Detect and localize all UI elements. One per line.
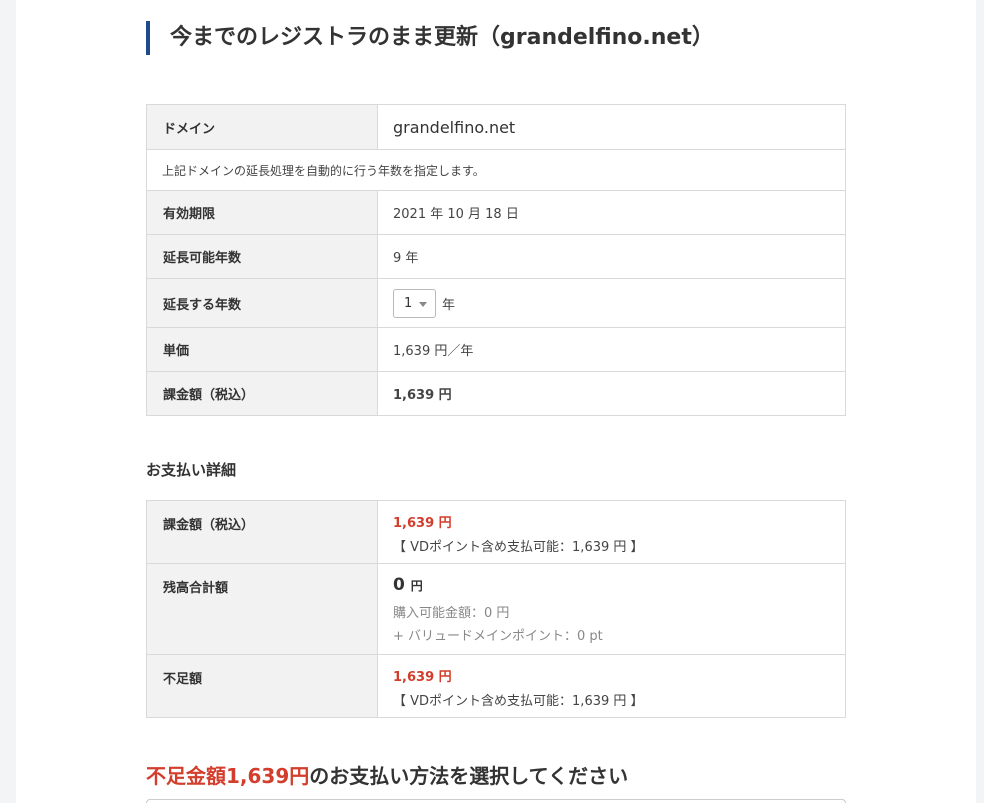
expiry-label: 有効期限 [146,190,378,235]
expiry-value: 2021 年 10 月 18 日 [377,190,846,235]
payment-charge-value: 1,639 円 [393,516,452,531]
table-row: 課金額（税込） 1,639 円 [146,371,846,416]
payment-charge-label: 課金額（税込） [146,500,378,564]
table-row: 不足額 1,639 円 【 VDポイント含め支払可能：1,639 円 】 [146,654,846,718]
table-row: 上記ドメインの延長処理を自動的に行う年数を指定します。 [146,149,846,191]
charge-label: 課金額（税込） [146,371,378,416]
shortfall-note: 【 VDポイント含め支払可能：1,639 円 】 [393,694,644,709]
balance-unit: 円 [410,579,423,593]
renewal-note: 上記ドメインの延長処理を自動的に行う年数を指定します。 [146,149,846,191]
payment-method-box [146,799,846,803]
balance-value: 0 [393,575,405,595]
balance-cell: 0 円 購入可能金額：0 円 + バリュードメインポイント：0 pt [377,563,846,655]
chevron-down-icon [419,301,427,307]
table-row: 延長する年数 1年 [146,278,846,328]
shortfall-value: 1,639 円 [393,670,452,685]
domain-label: ドメイン [146,104,378,150]
payment-table: 課金額（税込） 1,639 円 【 VDポイント含め支払可能：1,639 円 】… [146,500,846,718]
charge-value: 1,639 円 [377,371,846,416]
years-to-extend-cell: 1年 [377,278,846,328]
renewal-table: ドメイン grandelfino.net 上記ドメインの延長処理を自動的に行う年… [146,104,846,416]
years-select[interactable]: 1 [393,288,436,318]
domain-value: grandelfino.net [377,104,846,150]
select-payment-method-heading: 不足金額1,639円のお支払い方法を選択してください [146,760,628,789]
table-row: 課金額（税込） 1,639 円 【 VDポイント含め支払可能：1,639 円 】 [146,500,846,564]
table-row: 延長可能年数 9 年 [146,234,846,279]
balance-total: 0 円 [393,575,830,595]
table-row: 単価 1,639 円／年 [146,327,846,372]
years-unit: 年 [442,297,456,313]
extendable-years-label: 延長可能年数 [146,234,378,279]
shortfall-label: 不足額 [146,654,378,718]
balance-points: + バリュードメインポイント：0 pt [393,629,603,644]
shortfall-cell: 1,639 円 【 VDポイント含め支払可能：1,639 円 】 [377,654,846,718]
table-row: 有効期限 2021 年 10 月 18 日 [146,190,846,235]
unit-price-label: 単価 [146,327,378,372]
payment-charge-cell: 1,639 円 【 VDポイント含め支払可能：1,639 円 】 [377,500,846,564]
years-select-value: 1 [404,295,413,311]
years-to-extend-label: 延長する年数 [146,278,378,328]
extendable-years-value: 9 年 [377,234,846,279]
balance-label: 残高合計額 [146,563,378,655]
payment-details-heading: お支払い詳細 [146,461,237,479]
payment-charge-note: 【 VDポイント含め支払可能：1,639 円 】 [393,540,644,555]
page-title: 今までのレジストラのまま更新（grandelfino.net） [146,21,714,55]
select-method-text: のお支払い方法を選択してください [309,764,629,788]
balance-purchasable: 購入可能金額：0 円 [393,606,510,621]
table-row: ドメイン grandelfino.net [146,104,846,150]
shortfall-amount-text: 不足金額1,639円 [146,764,310,788]
unit-price-value: 1,639 円／年 [377,327,846,372]
table-row: 残高合計額 0 円 購入可能金額：0 円 + バリュードメインポイント：0 pt [146,563,846,655]
